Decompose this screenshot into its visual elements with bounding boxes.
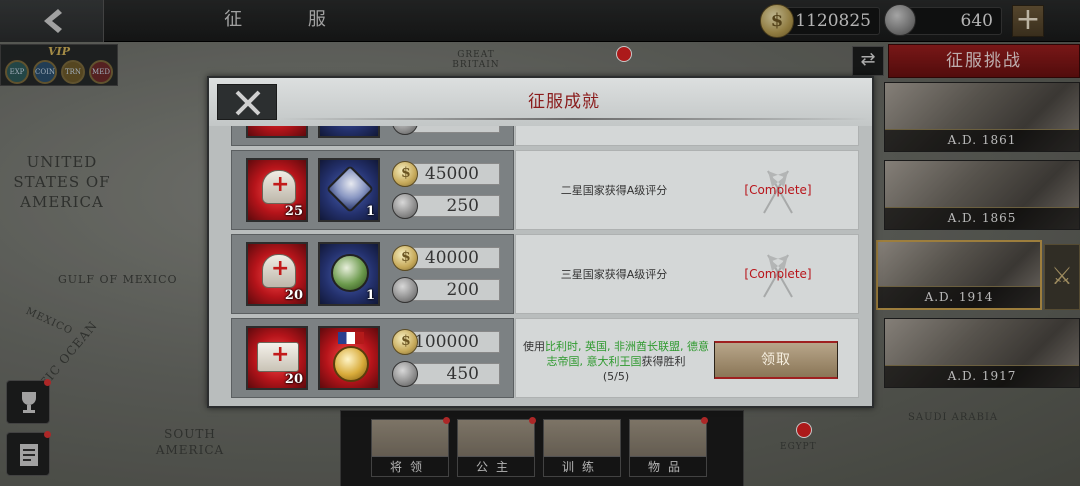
item-count: 1 <box>365 288 375 303</box>
item-count: 1 <box>365 204 375 219</box>
medal-currency-icon <box>392 126 418 135</box>
reward-item-slot[interactable] <box>318 326 380 390</box>
desc-prefix: 使用 <box>523 340 545 353</box>
reward-panel: 25 1 45000 250 <box>231 150 514 230</box>
reward-panel <box>231 126 514 146</box>
gold-coin-icon <box>392 245 418 271</box>
gold-coin-icon <box>392 329 418 355</box>
medic-helmet-icon <box>262 170 296 204</box>
reward-item-slot[interactable]: 1 <box>318 242 380 306</box>
medal-currency-icon <box>392 193 418 219</box>
medal-currency-icon <box>392 277 418 303</box>
achievement-description: 使用比利时, 英国, 非洲酋长联盟, 德意志帝国, 意大利王国获得胜利 (5/5… <box>518 339 714 384</box>
complete-status: [Complete] <box>744 183 812 197</box>
complete-status: [Complete] <box>744 267 812 281</box>
medal-currency-icon <box>392 361 418 387</box>
medic-helmet-icon <box>262 254 296 288</box>
achievement-row: 20 100000 450 使用比利时, 英国, 非洲酋长联盟, 德意志帝国, … <box>231 318 859 398</box>
reward-item-slot[interactable]: 25 <box>246 158 308 222</box>
reward-item-slot[interactable] <box>318 126 380 138</box>
achievement-info: 使用比利时, 英国, 非洲酋长联盟, 德意志帝国, 意大利王国获得胜利 (5/5… <box>515 318 859 398</box>
medkit-icon <box>257 342 299 372</box>
reward-item-slot[interactable]: 20 <box>246 242 308 306</box>
achievement-row: 25 1 45000 250 二星国家获得A级评分 [Complete] <box>231 150 859 230</box>
title-divider <box>279 118 869 120</box>
reward-item-slot[interactable]: 1 <box>318 158 380 222</box>
achievement-list[interactable]: 25 1 45000 250 二星国家获得A级评分 [Complete] <box>231 126 859 398</box>
achievement-row: 20 1 40000 200 三星国家获得A级评分 [Complete] <box>231 234 859 314</box>
reward-panel: 20 100000 450 <box>231 318 514 398</box>
achievement-progress: (5/5) <box>602 370 630 383</box>
reward-item-slot[interactable]: 20 <box>246 326 308 390</box>
achievement-description: 三星国家获得A级评分 <box>560 268 668 281</box>
reward-item-slot[interactable] <box>246 126 308 138</box>
desc-suffix: 获得胜利 <box>641 355 686 368</box>
green-medal-icon <box>331 254 369 292</box>
achievement-info: 三星国家获得A级评分 [Complete] <box>515 234 859 314</box>
claim-button[interactable]: 领取 <box>714 341 838 379</box>
dialog-header: 征服成就 <box>209 78 872 126</box>
item-count: 20 <box>284 372 303 387</box>
item-count: 20 <box>284 288 303 303</box>
reward-panel: 20 1 40000 200 <box>231 234 514 314</box>
close-button[interactable] <box>217 84 277 120</box>
achievement-row <box>231 126 859 146</box>
achievement-description: 二星国家获得A级评分 <box>560 184 668 197</box>
achievement-info <box>515 126 859 146</box>
achievements-dialog: 征服成就 25 1 45 <box>207 76 874 408</box>
gold-coin-icon <box>392 161 418 187</box>
close-icon <box>235 90 261 116</box>
gold-star-medal-icon <box>333 346 369 382</box>
item-count: 25 <box>284 204 303 219</box>
achievement-info: 二星国家获得A级评分 [Complete] <box>515 150 859 230</box>
medal-ribbon-icon <box>338 332 364 344</box>
